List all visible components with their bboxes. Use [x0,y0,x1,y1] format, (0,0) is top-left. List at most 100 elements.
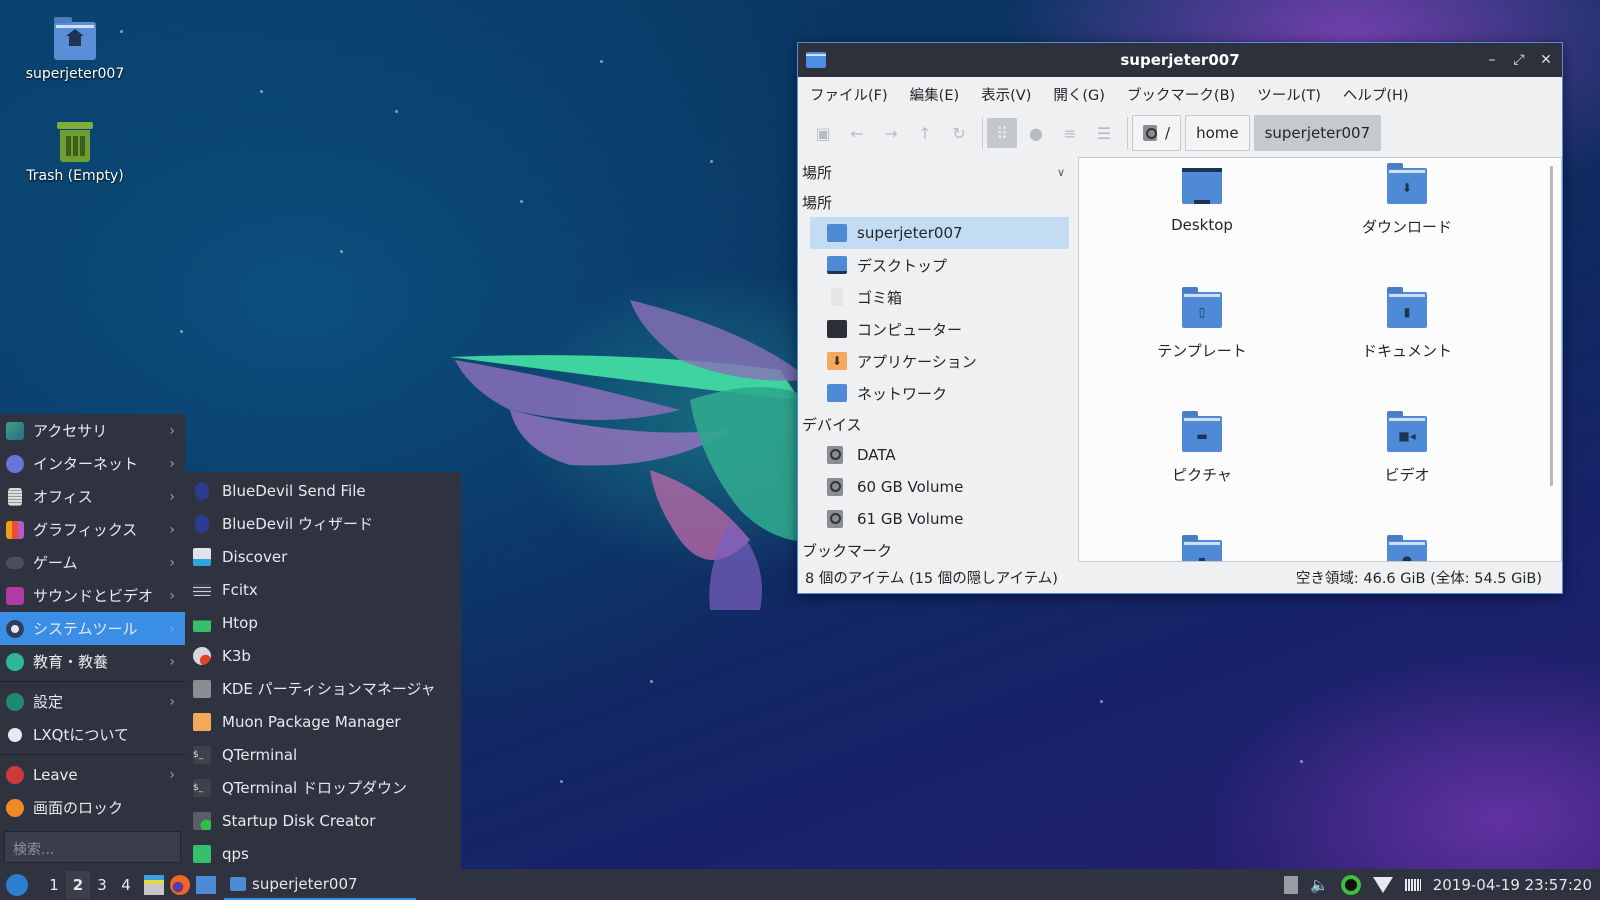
sidebar-item-device[interactable]: 61 GB Volume [810,503,1069,535]
file-item[interactable]: Desktop [1127,168,1277,234]
menu-item-label: インターネット [33,455,139,473]
partition-manager-icon [193,679,211,698]
close-button[interactable]: ✕ [1536,50,1556,70]
menu-item-office[interactable]: オフィス › [0,480,185,513]
file-item[interactable]: ⬇ ダウンロード [1332,163,1482,237]
sidebar-group-devices: デバイス [802,415,862,434]
submenu-item[interactable]: $_ QTerminal ドロップダウン [185,771,461,804]
sidebar-item-applications[interactable]: ⬇ アプリケーション [810,345,1069,377]
system-tools-submenu: BlueDevil Send File BlueDevil ウィザード Disc… [185,472,461,869]
volume-icon[interactable]: 🔈 [1310,876,1329,894]
submenu-item[interactable]: Muon Package Manager [185,705,461,738]
menu-file[interactable]: ファイル(F) [810,84,888,105]
back-button[interactable]: ← [842,118,872,148]
menu-item-label: 設定 [33,693,64,711]
menu-separator [0,681,185,682]
desktop-icon-home[interactable]: superjeter007 [15,17,135,82]
file-item[interactable]: ▪ [1127,535,1277,561]
menu-item-graphics[interactable]: グラフィックス › [0,513,185,546]
menu-edit[interactable]: 編集(E) [910,84,959,105]
applications-icon: ⬇ [827,352,847,370]
sidebar-item-computer[interactable]: コンピューター [810,313,1069,345]
submenu-item[interactable]: K3b [185,639,461,672]
breadcrumb-home[interactable]: home [1185,115,1250,151]
menu-go[interactable]: 開く(G) [1053,84,1105,105]
menu-item-education[interactable]: 教育・教養 › [0,645,185,678]
minimize-button[interactable]: – [1482,50,1502,70]
keyboard-layout-icon[interactable] [1404,878,1421,891]
breadcrumb-current[interactable]: superjeter007 [1253,115,1382,151]
office-icon [8,487,22,506]
forward-button[interactable]: → [876,118,906,148]
show-desktop-icon[interactable] [196,875,216,894]
folder-icon [806,52,826,68]
desktop-switch-3[interactable]: 3 [90,871,114,899]
file-item[interactable]: ■◂ ビデオ [1332,411,1482,485]
wifi-icon[interactable] [1372,876,1393,893]
desktop-switch-4[interactable]: 4 [114,871,138,899]
submenu-item-label: QTerminal ドロップダウン [222,779,407,797]
chevron-right-icon: › [169,693,175,710]
file-view[interactable]: Desktop ⬇ ダウンロード ▯ テンプレート ▮ ドキュメント ▬ ピクチャ ■◂… [1078,157,1562,562]
firefox-icon[interactable] [170,874,190,895]
sidebar-mode-select[interactable]: 場所 ∨ [798,157,1075,187]
submenu-item[interactable]: $_ QTerminal [185,738,461,771]
menu-item-accessories[interactable]: アクセサリ › [0,414,185,447]
menu-item-settings[interactable]: 設定 › [0,685,185,718]
desktop-switch-1[interactable]: 1 [42,871,66,899]
sidebar-item-device[interactable]: 60 GB Volume [810,471,1069,503]
menu-search-input[interactable]: 検索... [4,831,181,863]
chevron-right-icon: › [169,488,175,505]
reload-button[interactable]: ↻ [944,118,974,148]
menu-item-label: グラフィックス [33,521,138,539]
compact-view-button[interactable]: ≡ [1055,118,1085,148]
sidebar-item-desktop[interactable]: デスクトップ [810,249,1069,281]
submenu-item[interactable]: BlueDevil ウィザード [185,507,461,540]
menu-item-lock-screen[interactable]: 画面のロック [0,791,185,824]
new-tab-button[interactable]: ▣ [808,118,838,148]
vertical-scrollbar[interactable] [1550,166,1553,486]
submenu-item[interactable]: Startup Disk Creator [185,804,461,837]
sidebar-item-trash[interactable]: ゴミ箱 [810,281,1069,313]
breadcrumb-root[interactable]: / [1132,115,1182,151]
detail-view-button[interactable]: ☰ [1089,118,1119,148]
menu-item-multimedia[interactable]: サウンドとビデオ › [0,579,185,612]
menu-tools[interactable]: ツール(T) [1257,84,1321,105]
menu-item-leave[interactable]: Leave › [0,758,185,791]
status-ring-icon[interactable] [1340,874,1361,895]
menu-bookmarks[interactable]: ブックマーク(B) [1127,84,1235,105]
file-item[interactable]: ● [1332,535,1482,561]
submenu-item[interactable]: Fcitx [185,573,461,606]
icon-view-button[interactable]: ⠿ [987,118,1017,148]
submenu-item[interactable]: BlueDevil Send File [185,474,461,507]
menu-item-games[interactable]: ゲーム › [0,546,185,579]
submenu-item[interactable]: KDE パーティションマネージャ [185,672,461,705]
eject-icon[interactable] [1284,875,1298,894]
file-manager-launcher-icon[interactable] [144,874,164,895]
file-item[interactable]: ▬ ピクチャ [1127,411,1277,485]
desktop-switch-2[interactable]: 2 [66,870,90,899]
sidebar-item-network[interactable]: ネットワーク [810,377,1069,409]
file-item[interactable]: ▮ ドキュメント [1332,287,1482,361]
submenu-item[interactable]: Htop [185,606,461,639]
menu-item-system-tools[interactable]: システムツール › [0,612,185,645]
sidebar-item-home[interactable]: superjeter007 [810,217,1069,249]
menu-view[interactable]: 表示(V) [981,84,1031,105]
clock[interactable]: 2019-04-19 23:57:20 [1433,876,1592,894]
up-button[interactable]: ↑ [910,118,940,148]
info-view-button[interactable]: ● [1021,118,1051,148]
start-menu-icon[interactable] [6,873,28,896]
window-titlebar[interactable]: superjeter007 – ⤢ ✕ [798,43,1562,77]
menu-help[interactable]: ヘルプ(H) [1343,84,1409,105]
menu-item-internet[interactable]: インターネット › [0,447,185,480]
desktop-icon-trash[interactable]: Trash (Empty) [15,122,135,184]
maximize-button[interactable]: ⤢ [1509,50,1529,70]
submenu-item[interactable]: qps [185,837,461,870]
sidebar-item-device[interactable]: DATA [810,439,1069,471]
file-manager-window: superjeter007 – ⤢ ✕ ファイル(F) 編集(E) 表示(V) … [797,42,1563,594]
submenu-item[interactable]: Discover [185,540,461,573]
menu-item-about[interactable]: LXQtについて [0,718,185,751]
file-item[interactable]: ▯ テンプレート [1127,287,1277,361]
taskbar-window-button[interactable]: superjeter007 [224,869,416,900]
folder-icon [230,876,246,891]
